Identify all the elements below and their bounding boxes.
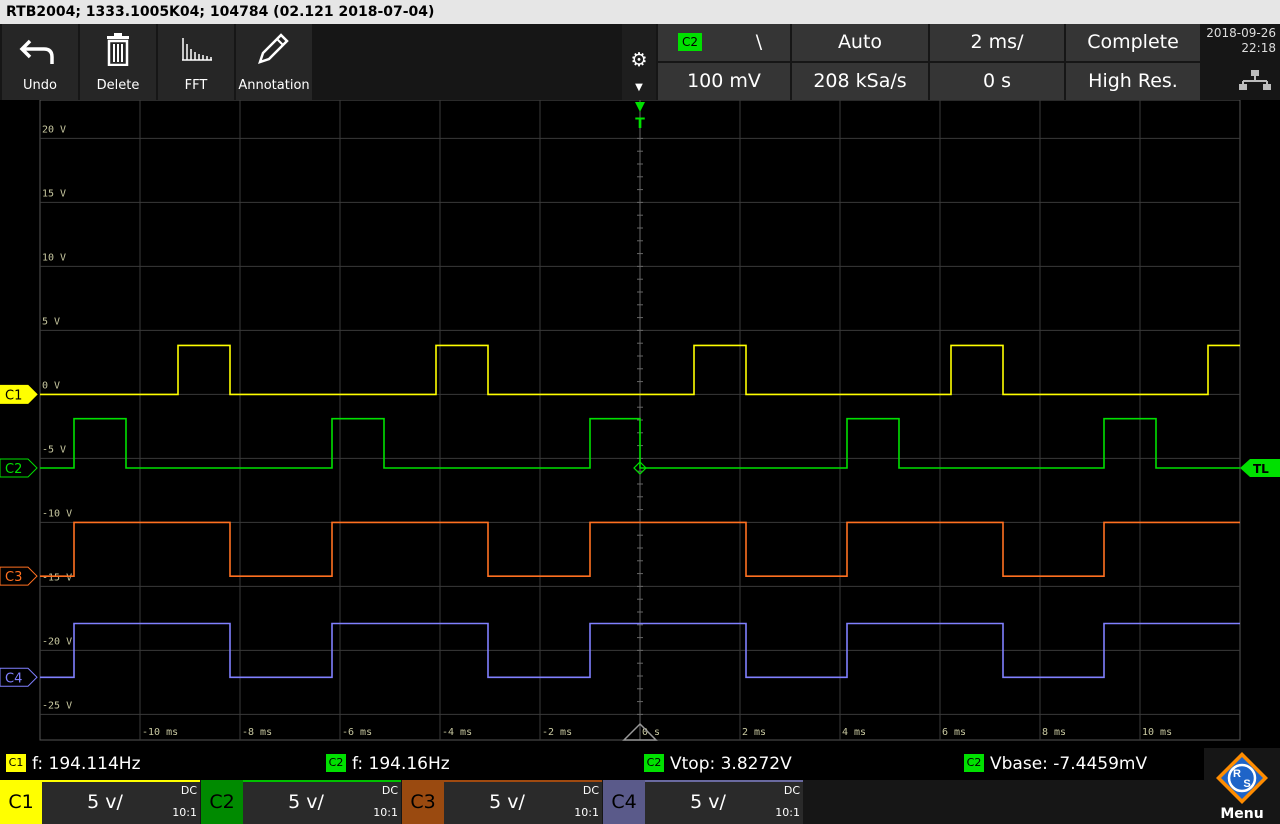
voltage-label: -15 V (42, 572, 72, 583)
time-label: 4 ms (842, 727, 866, 738)
toolbar: Undo Delete FFT Annotation ⚙ ▼ C2 \ Auto… (0, 24, 1280, 100)
measurement-4[interactable]: C2 Vbase: -7.4459mV (964, 748, 1147, 780)
measurement-channel-tag: C2 (644, 754, 664, 772)
channel-probe: 10:1 (574, 806, 599, 819)
channel-coupling: DC (582, 784, 599, 797)
voltage-label: -25 V (42, 700, 72, 711)
measurement-channel-tag: C2 (326, 754, 346, 772)
channel-c2-panel[interactable]: C2 5 v/ DC 10:1 (201, 780, 401, 824)
rs-logo-icon: R S (1216, 752, 1268, 804)
measurement-value: f: 194.16Hz (352, 754, 450, 774)
acquisition-state-cell[interactable]: Complete (1066, 24, 1200, 61)
waveform-display[interactable]: 20 V 15 V 10 V 5 V 0 V -5 V -10 V -15 V -20 V -25… (0, 100, 1280, 748)
settings-button[interactable]: ⚙ ▼ (622, 24, 656, 100)
chevron-down-icon: ▼ (635, 82, 643, 93)
svg-text:R: R (1233, 768, 1241, 780)
time-label: 8 ms (1042, 727, 1066, 738)
time-label: 10 ms (1142, 727, 1172, 738)
pencil-icon (258, 33, 289, 64)
measurement-channel-tag: C2 (964, 754, 984, 772)
measurement-value: Vbase: -7.4459mV (990, 754, 1148, 774)
measurement-bar: C1 f: 194.114Hz C2 f: 194.16Hz C2 Vtop: 3.8… (0, 748, 1280, 780)
trash-icon (107, 33, 129, 66)
gear-icon: ⚙ (630, 49, 648, 71)
menu-button[interactable]: R S Menu (1204, 748, 1280, 824)
time-label: 6 ms (942, 727, 966, 738)
voltage-label: -5 V (42, 444, 66, 455)
fft-icon (182, 38, 212, 61)
svg-text:S: S (1243, 778, 1250, 790)
sample-rate-cell[interactable]: 208 kSa/s (792, 63, 928, 100)
menu-label: Menu (1220, 806, 1264, 822)
measurement-value: f: 194.114Hz (32, 754, 141, 774)
fft-button[interactable]: FFT (158, 24, 234, 100)
time-base-cell[interactable]: 2 ms/ (930, 24, 1064, 61)
network-icon (1239, 70, 1271, 90)
channel-c4-panel[interactable]: C4 5 v/ DC 10:1 (603, 780, 803, 824)
trigger-level-cell[interactable]: 100 mV (658, 63, 790, 100)
undo-label: Undo (23, 78, 57, 93)
annotation-label: Annotation (238, 78, 310, 93)
acquisition-mode-cell[interactable]: High Res. (1066, 63, 1200, 100)
voltage-label: 0 V (42, 380, 60, 391)
fft-label: FFT (184, 78, 208, 93)
trigger-mode-cell[interactable]: Auto (792, 24, 928, 61)
channel-name: C1 (0, 780, 42, 824)
time-label: -6 ms (342, 727, 372, 738)
channel-scale: 5 v/ (87, 791, 123, 813)
undo-button[interactable]: Undo (2, 24, 78, 100)
channel-scale: 5 v/ (288, 791, 324, 813)
time-label: -10 ms (142, 727, 178, 738)
voltage-label: -20 V (42, 636, 72, 647)
channel-probe: 10:1 (373, 806, 398, 819)
voltage-label: 15 V (42, 188, 66, 199)
delete-label: Delete (96, 78, 140, 93)
annotation-button[interactable]: Annotation (236, 24, 312, 100)
measurement-channel-tag: C1 (6, 754, 26, 772)
time-text: 22:18 (1241, 41, 1276, 55)
voltage-label: -10 V (42, 508, 72, 519)
channel-c3-panel[interactable]: C3 5 v/ DC 10:1 (402, 780, 602, 824)
delete-button[interactable]: Delete (80, 24, 156, 100)
channel-scale: 5 v/ (690, 791, 726, 813)
channel-marker-label: C2 (5, 462, 22, 477)
channel-coupling: DC (783, 784, 800, 797)
time-label: -8 ms (242, 727, 272, 738)
measurement-2[interactable]: C2 f: 194.16Hz (326, 748, 450, 780)
date-time-block: 2018-09-26 22:18 (1202, 24, 1280, 100)
channel-coupling: DC (180, 784, 197, 797)
channel-c1-panel[interactable]: C1 5 v/ DC 10:1 (0, 780, 200, 824)
channel-marker-label: C3 (5, 570, 22, 585)
channel-name: C3 (402, 780, 444, 824)
undo-icon (19, 39, 54, 64)
window-title: RTB2004; 1333.1005K04; 104784 (02.121 20… (0, 0, 1280, 24)
horizontal-position-cell[interactable]: 0 s (930, 63, 1064, 100)
channel-name: C4 (603, 780, 645, 824)
channel-marker-label: C1 (5, 388, 22, 403)
time-label: -4 ms (442, 727, 472, 738)
voltage-label: 20 V (42, 124, 66, 135)
voltage-label: 5 V (42, 316, 60, 327)
measurement-1[interactable]: C1 f: 194.114Hz (6, 748, 141, 780)
falling-edge-icon: \ (755, 31, 763, 53)
channel-bar: C1 5 v/ DC 10:1 C2 5 v/ DC 10:1 C3 5 v/ … (0, 780, 1280, 824)
channel-coupling: DC (381, 784, 398, 797)
channel-name: C2 (201, 780, 243, 824)
trigger-slope-cell[interactable]: \ (728, 24, 790, 61)
measurement-value: Vtop: 3.8272V (670, 754, 792, 774)
trigger-position-label: T (635, 116, 645, 132)
time-label: -2 ms (542, 727, 572, 738)
voltage-label: 10 V (42, 252, 66, 263)
channel-probe: 10:1 (775, 806, 800, 819)
trigger-level-label: TL (1253, 462, 1269, 476)
channel-probe: 10:1 (172, 806, 197, 819)
channel-scale: 5 v/ (489, 791, 525, 813)
date-text: 2018-09-26 (1206, 26, 1276, 40)
channel-marker-label: C4 (5, 671, 22, 686)
trigger-source-badge: C2 (678, 33, 702, 51)
time-label: 2 ms (742, 727, 766, 738)
measurement-3[interactable]: C2 Vtop: 3.8272V (644, 748, 792, 780)
